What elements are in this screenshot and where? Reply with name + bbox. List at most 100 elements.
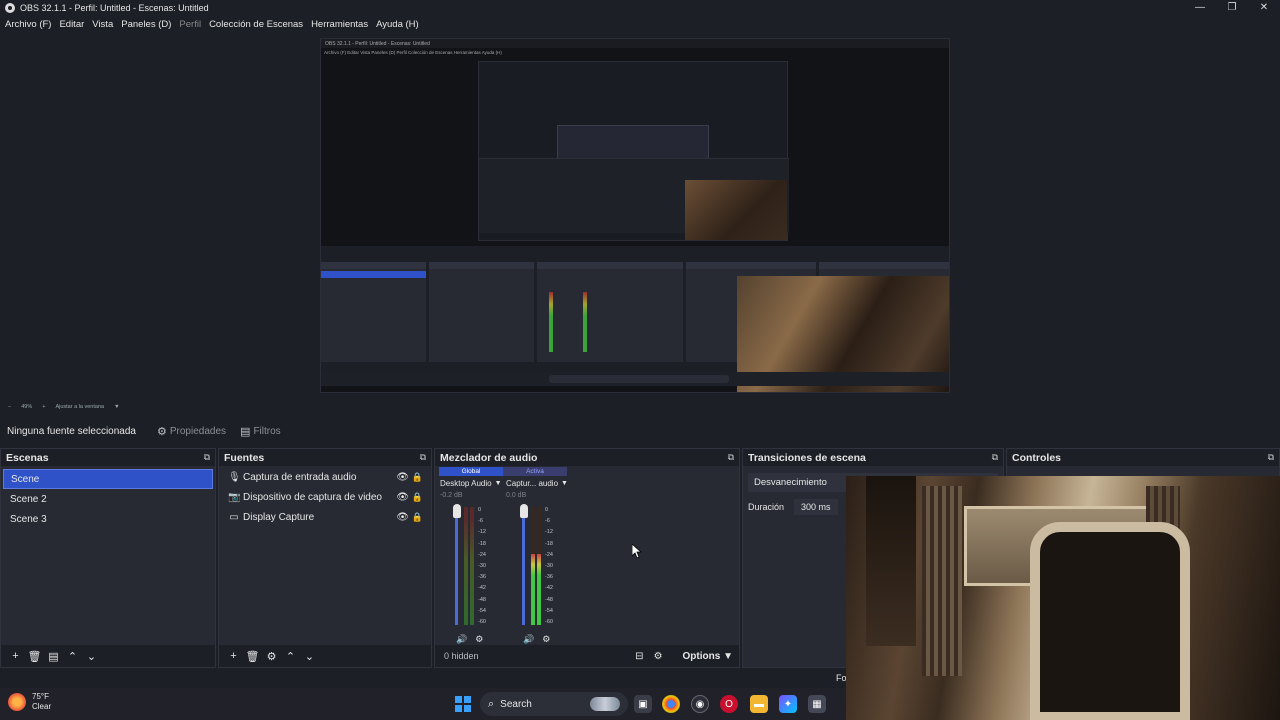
tab-global[interactable]: Global [439, 467, 503, 476]
db-scale-label: -36 [478, 574, 486, 581]
advanced-audio-icon[interactable]: ⚙ [654, 651, 663, 662]
db-scale-label: -60 [478, 619, 486, 625]
speaker-icon[interactable]: 🔊 [523, 634, 534, 645]
scene-item[interactable]: Scene 2 [3, 489, 213, 509]
menu-perfil[interactable]: Perfil [179, 19, 201, 30]
no-source-label: Ninguna fuente seleccionada [7, 425, 136, 437]
undock-icon[interactable]: ⧉ [728, 452, 734, 463]
db-scale-label: -6 [478, 518, 483, 525]
chrome-icon[interactable] [662, 695, 680, 713]
settings-gear-icon[interactable]: ⚙ [475, 634, 483, 645]
channel-name-select[interactable]: Captur... audio ▼ [506, 477, 576, 489]
preview-canvas[interactable]: OBS 32.1.1 - Perfil: Untitled - Escenas:… [320, 38, 950, 393]
search-icon: ⌕ [488, 697, 495, 710]
controls-header: Controles ⧉ [1007, 449, 1279, 466]
db-scale-label: -12 [478, 529, 486, 536]
channel-name-select[interactable]: Desktop Audio ▼ [440, 477, 510, 489]
lock-icon[interactable]: 🔒 [412, 492, 423, 503]
menu-coleccion-escenas[interactable]: Colección de Escenas [209, 19, 303, 30]
obs-logo-icon [5, 2, 15, 13]
source-properties-button[interactable]: ⚙ [262, 647, 281, 665]
windows-start-icon[interactable] [455, 696, 471, 712]
volume-fader-track[interactable] [522, 507, 525, 625]
duration-input[interactable]: 300 ms [794, 499, 838, 515]
nested-dock-area [321, 246, 949, 392]
task-view-icon[interactable]: ▣ [634, 695, 652, 713]
db-scale-label: -60 [545, 619, 553, 625]
move-up-button[interactable]: ⌃ [63, 647, 82, 665]
nested-mixer-panel [537, 262, 683, 362]
weather-sun-icon [8, 693, 26, 711]
db-scale-label: -18 [545, 540, 553, 547]
source-item[interactable]: 🎙 Captura de entrada audio 👁 🔒 [219, 467, 431, 487]
nested-webcam [685, 180, 787, 240]
weather-widget[interactable]: 75°F Clear [8, 692, 51, 712]
chevron-down-icon: ▼ [494, 479, 502, 487]
lock-icon[interactable]: 🔒 [412, 512, 423, 523]
volume-fader-track[interactable] [455, 507, 458, 625]
level-meter [531, 507, 535, 625]
menu-herramientas[interactable]: Herramientas [311, 19, 368, 30]
remove-scene-button[interactable]: 🗑 [25, 647, 44, 665]
minimize-button[interactable]: — [1184, 0, 1216, 15]
move-down-button[interactable]: ⌄ [82, 647, 101, 665]
windows-taskbar: 75°F Clear ⌕ Search ▣ ◉ O ▬ ✦ ▦ [0, 688, 846, 720]
filters-button[interactable]: ▤ Filtros [236, 422, 285, 440]
visibility-eye-icon[interactable]: 👁 [396, 492, 409, 503]
settings-gear-icon[interactable]: ⚙ [542, 634, 550, 645]
app-icon[interactable]: ✦ [779, 695, 797, 713]
volume-fader-knob[interactable] [453, 504, 461, 518]
menu-archivo[interactable]: Archivo (F) [5, 19, 51, 30]
properties-label: Propiedades [169, 425, 227, 437]
scene-filters-button[interactable]: ▤ [44, 647, 63, 665]
microphone-icon: 🎙 [228, 471, 241, 483]
menu-ayuda[interactable]: Ayuda (H) [376, 19, 419, 30]
menu-vista[interactable]: Vista [92, 19, 113, 30]
visibility-eye-icon[interactable]: 👁 [396, 512, 409, 523]
layout-toggle-icon[interactable]: ⊟ [635, 651, 643, 662]
undock-icon[interactable]: ⧉ [420, 452, 426, 463]
menu-editar[interactable]: Editar [59, 19, 84, 30]
scenes-footer: + 🗑 ▤ ⌃ ⌄ [1, 645, 215, 667]
visibility-eye-icon[interactable]: 👁 [396, 472, 409, 483]
source-item[interactable]: 📷 Dispositivo de captura de video 👁 🔒 [219, 487, 431, 507]
add-source-button[interactable]: + [224, 647, 243, 665]
zoom-level: 49% [21, 404, 33, 410]
move-up-button[interactable]: ⌃ [281, 647, 300, 665]
scenes-header: Escenas ⧉ [1, 449, 215, 466]
zoom-out-button[interactable]: − [8, 404, 11, 410]
source-item[interactable]: ▭ Display Capture 👁 🔒 [219, 507, 431, 527]
menu-paneles[interactable]: Paneles (D) [121, 19, 171, 30]
maximize-button[interactable]: ❐ [1216, 0, 1248, 15]
options-button[interactable]: Options ▼ [673, 651, 733, 662]
scene-item[interactable]: Scene [3, 469, 213, 489]
fit-to-window-select[interactable]: Ajustar a la ventana [55, 404, 104, 410]
properties-button[interactable]: ⚙ Propiedades [153, 422, 230, 440]
undock-icon[interactable]: ⧉ [992, 452, 998, 463]
undock-icon[interactable]: ⧉ [1268, 452, 1274, 463]
lock-icon[interactable]: 🔒 [412, 472, 423, 483]
chevron-down-icon[interactable]: ▼ [114, 404, 119, 410]
undock-icon[interactable]: ⧉ [204, 452, 210, 463]
taskbar-search[interactable]: ⌕ Search [480, 692, 628, 716]
db-scale-label: -24 [478, 551, 486, 558]
mixer-tabs: Global Activa [439, 467, 567, 476]
obs-app-icon[interactable]: ◉ [691, 695, 709, 713]
remove-source-button[interactable]: 🗑 [243, 647, 262, 665]
speaker-icon[interactable]: 🔊 [456, 634, 467, 645]
scene-item[interactable]: Scene 3 [3, 509, 213, 529]
preview-area[interactable]: OBS 32.1.1 - Perfil: Untitled - Escenas:… [0, 33, 1280, 398]
db-scale-label: -6 [545, 518, 550, 525]
close-button[interactable]: ✕ [1248, 0, 1280, 15]
zoom-in-button[interactable]: + [42, 404, 45, 410]
zoom-controls: − 49% + Ajustar a la ventana ▼ [0, 400, 130, 414]
opera-icon[interactable]: O [720, 695, 738, 713]
file-explorer-icon[interactable]: ▬ [750, 695, 768, 713]
context-bar: Ninguna fuente seleccionada ⚙ Propiedade… [0, 420, 1280, 442]
volume-fader-knob[interactable] [520, 504, 528, 518]
store-icon[interactable]: ▦ [808, 695, 826, 713]
level-meter [537, 507, 541, 625]
move-down-button[interactable]: ⌄ [300, 647, 319, 665]
add-scene-button[interactable]: + [6, 647, 25, 665]
tab-active[interactable]: Activa [503, 467, 567, 476]
